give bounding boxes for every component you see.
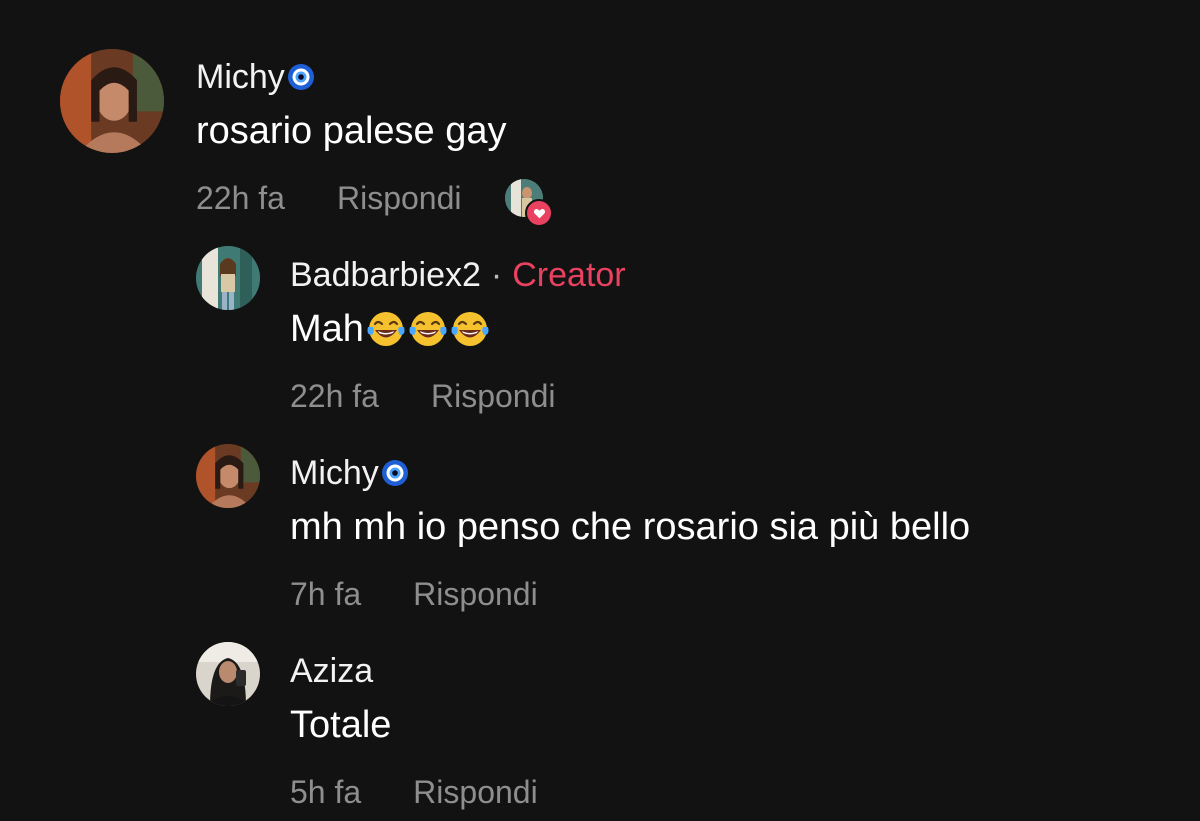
face-with-tears-of-joy-icon <box>366 309 406 349</box>
comment-username[interactable]: Michy <box>196 56 315 98</box>
reply-button[interactable]: Rispondi <box>413 576 538 613</box>
comment-username[interactable]: Michy <box>290 452 409 494</box>
comment-username[interactable]: Aziza <box>290 650 373 692</box>
creator-liked-indicator <box>505 179 554 227</box>
comment-text: Mah <box>290 305 490 353</box>
nazar-eye-icon <box>287 63 315 91</box>
face-with-tears-of-joy-icon <box>408 309 448 349</box>
comment-text: rosario palese gay <box>196 109 507 152</box>
comment-timestamp: 22h fa <box>196 179 285 216</box>
creator-label: Creator <box>512 255 626 294</box>
avatar-aziza[interactable] <box>196 642 260 706</box>
avatar-michy[interactable] <box>196 444 260 508</box>
avatar-badbarbiex2[interactable] <box>196 246 260 310</box>
face-with-tears-of-joy-icon <box>450 309 490 349</box>
comment-meta: 7h fa Rispondi <box>290 574 538 614</box>
comment-meta: 22h fa Rispondi <box>196 178 554 227</box>
avatar-michy[interactable] <box>60 49 164 153</box>
reply-button[interactable]: Rispondi <box>337 180 462 217</box>
comment-timestamp: 22h fa <box>290 377 379 414</box>
nazar-eye-icon <box>381 459 409 487</box>
comment-timestamp: 5h fa <box>290 773 362 810</box>
comment-username: Badbarbiex2 · Creator <box>290 255 626 294</box>
comment-timestamp: 7h fa <box>290 575 362 612</box>
comment-meta: 22h fa Rispondi <box>290 376 555 416</box>
comment-text: mh mh io penso che rosario sia più bello <box>290 505 971 548</box>
reply-button[interactable]: Rispondi <box>431 378 556 415</box>
comment-meta: 5h fa Rispondi <box>290 772 538 812</box>
comment-text: Totale <box>290 703 392 746</box>
heart-icon <box>525 199 554 227</box>
reply-button[interactable]: Rispondi <box>413 774 538 811</box>
